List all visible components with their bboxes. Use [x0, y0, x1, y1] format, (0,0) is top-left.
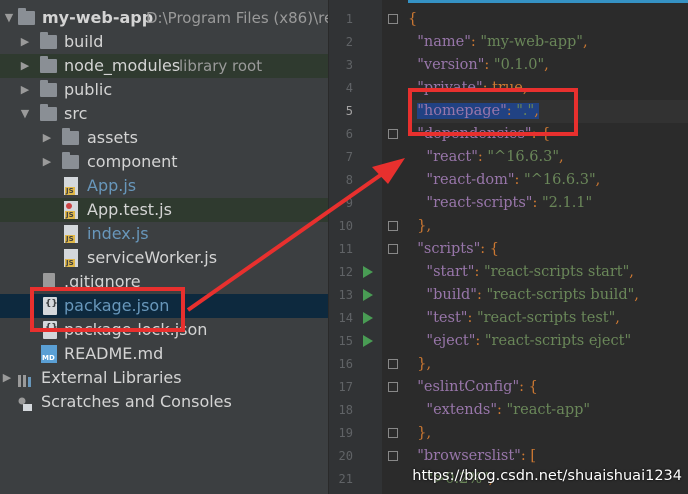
fold-marker-icon[interactable] [388, 14, 398, 24]
fold-marker-icon[interactable] [388, 451, 398, 461]
fold-marker-icon[interactable] [388, 129, 398, 139]
fold-marker-icon[interactable] [388, 244, 398, 254]
watermark-text: https://blog.csdn.net/shuaishuai1234 [412, 468, 682, 484]
fold-marker-icon[interactable] [388, 382, 398, 392]
fold-marker-icon[interactable] [388, 359, 398, 369]
fold-marker-icon[interactable] [388, 221, 398, 231]
annotation-arrow [186, 158, 405, 312]
fold-marker-icon[interactable] [388, 428, 398, 438]
